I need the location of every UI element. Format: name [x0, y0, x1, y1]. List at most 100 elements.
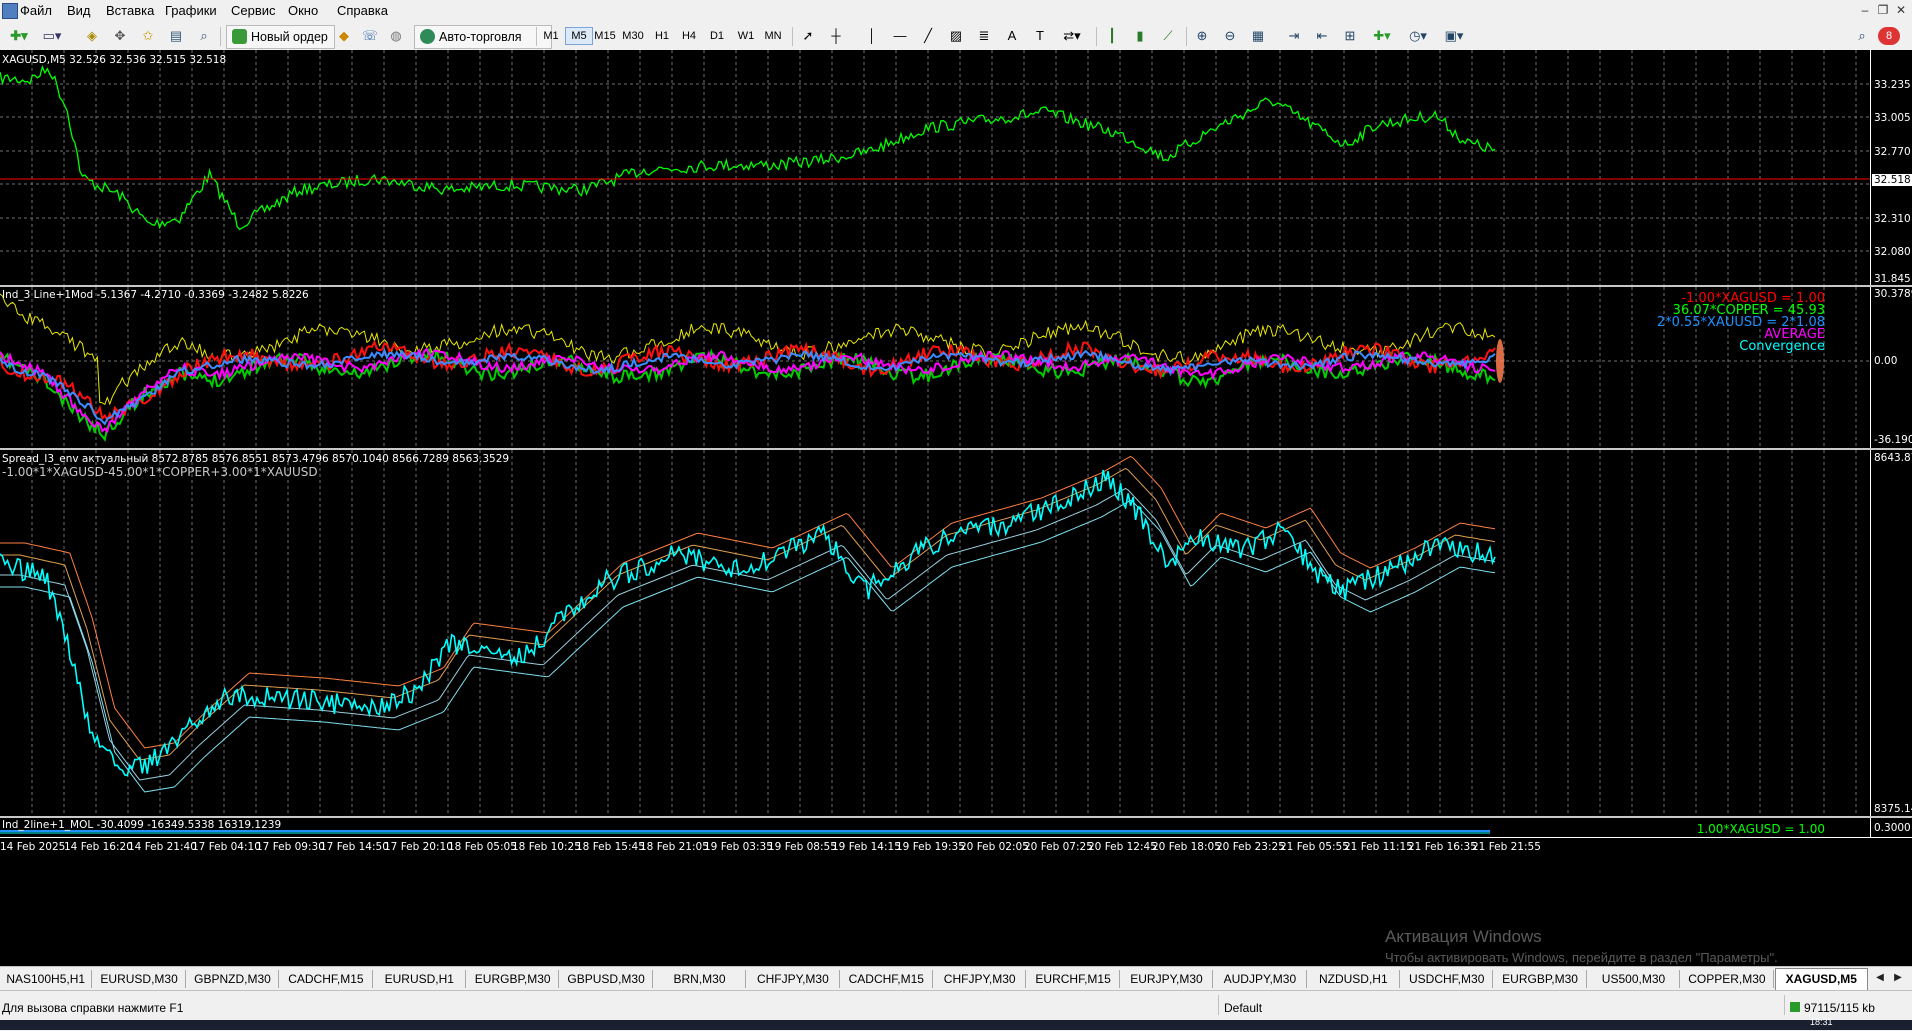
chart-tab[interactable]: BRN,M30 [654, 970, 747, 988]
status-profile: Default [1224, 1001, 1263, 1015]
menu-view[interactable]: Вид [67, 0, 91, 22]
restore-icon[interactable]: ❐ [1876, 3, 1890, 17]
candle-chart-icon[interactable]: ▮ [1130, 26, 1150, 46]
chart-tab[interactable]: USDCHF,M30 [1401, 970, 1494, 988]
chart-shift-icon[interactable]: ⇤ [1312, 26, 1332, 46]
notifications-icon[interactable]: 8 [1878, 27, 1900, 45]
chart-tab[interactable]: GBPUSD,M30 [560, 970, 653, 988]
chart-tab[interactable]: NZDUSD,H1 [1308, 970, 1400, 988]
tf-m30[interactable]: M30 [620, 27, 646, 45]
ind2-formula: -1.00*1*XAGUSD-45.00*1*COPPER+3.00*1*XAU… [2, 465, 318, 479]
time-tick-label: 18 Feb 15:45 [576, 841, 645, 853]
chart-tab[interactable]: CADCHF,M15 [280, 970, 373, 988]
horizontal-line-icon[interactable]: — [890, 26, 910, 46]
indicator-pane-2[interactable]: Spread_I3_env актуальный 8572.8785 8576.… [0, 450, 1870, 816]
tab-scroll-left-icon[interactable]: ◀ [1872, 969, 1888, 987]
trendline-icon[interactable]: ╱ [918, 26, 938, 46]
chart-tab[interactable]: EURUSD,M30 [93, 970, 186, 988]
minimize-icon[interactable]: – [1858, 3, 1872, 17]
tab-scroll-right-icon[interactable]: ▶ [1890, 969, 1906, 987]
chart-tab[interactable]: EURCHF,M15 [1027, 970, 1120, 988]
periods-icon[interactable]: ◷▾ [1404, 26, 1432, 46]
menu-charts[interactable]: Графики [165, 0, 217, 22]
menu-insert[interactable]: Вставка [106, 0, 154, 22]
chart-tab[interactable]: CHFJPY,M30 [747, 970, 840, 988]
tf-h4[interactable]: H4 [676, 27, 702, 45]
chart-tab[interactable]: EURUSD,H1 [374, 970, 466, 988]
ind3-legend: 1.00*XAGUSD = 1.00 [1696, 822, 1825, 836]
tf-mn[interactable]: MN [760, 27, 786, 45]
indicator-pane-1[interactable]: Ind_3 Line+1Mod -5.1367 -4.2710 -0.3369 … [0, 287, 1870, 448]
tf-m15[interactable]: M15 [592, 27, 618, 45]
time-tick-label: 20 Feb 23:25 [1216, 841, 1285, 853]
chart-tab[interactable]: EURJPY,M30 [1121, 970, 1214, 988]
menu-tools[interactable]: Сервис [231, 0, 276, 22]
zoom-out-icon[interactable]: ⊖ [1220, 26, 1240, 46]
chart-tab[interactable]: CHFJPY,M30 [934, 970, 1027, 988]
chart-tab[interactable]: EURGBP,M30 [1494, 970, 1587, 988]
chart-tab[interactable]: CADCHF,M15 [841, 970, 933, 988]
vertical-line-icon[interactable]: │ [862, 26, 882, 46]
bar-chart-icon[interactable]: ┃ [1102, 26, 1122, 46]
signals-icon[interactable]: ☏ [360, 26, 380, 46]
time-tick-label: 17 Feb 04:10 [192, 841, 261, 853]
time-tick-label: 14 Feb 16:20 [64, 841, 133, 853]
time-tick-label: 20 Feb 12:45 [1088, 841, 1157, 853]
time-tick-label: 19 Feb 03:35 [704, 841, 773, 853]
time-axis: 14 Feb 2025 14 Feb 16:20 14 Feb 21:40 17 Fe… [0, 837, 1912, 967]
tf-w1[interactable]: W1 [733, 27, 759, 45]
indicators-icon[interactable]: ✚▾ [1368, 26, 1396, 46]
menu-help[interactable]: Справка [337, 0, 388, 22]
chart-tab[interactable]: US500,M30 [1588, 970, 1681, 988]
navigator-icon[interactable]: ✩ [138, 26, 158, 46]
new-chart-icon[interactable]: ✚▾ [4, 26, 34, 46]
auto-trading-button[interactable]: Авто-торговля [414, 25, 552, 49]
crosshair-icon[interactable]: ┼ [826, 26, 846, 46]
text-label-icon[interactable]: T [1030, 26, 1050, 46]
terminal-icon[interactable]: ▤ [166, 26, 186, 46]
close-icon[interactable]: ✕ [1894, 3, 1908, 17]
tf-d1[interactable]: D1 [704, 27, 730, 45]
chart-window[interactable]: XAGUSD,M5 32.526 32.536 32.515 32.518 33… [0, 50, 1912, 967]
line-chart-icon[interactable]: ⟋ [1158, 26, 1178, 46]
channel-icon[interactable]: ▨ [946, 26, 966, 46]
tf-h1[interactable]: H1 [649, 27, 675, 45]
text-icon[interactable]: A [1002, 26, 1022, 46]
fibonacci-icon[interactable]: ≣ [974, 26, 994, 46]
strategy-tester-icon[interactable]: ⌕ [194, 26, 214, 46]
templates-icon[interactable]: ▣▾ [1440, 26, 1468, 46]
main-chart-title: XAGUSD,M5 32.526 32.536 32.515 32.518 [2, 54, 227, 66]
time-tick-label: 19 Feb 14:15 [832, 841, 901, 853]
arrows-icon[interactable]: ⇄▾ [1058, 26, 1086, 46]
metaeditor-icon[interactable]: ◆ [334, 26, 354, 46]
new-order-button[interactable]: Новый ордер [226, 25, 335, 49]
chart-tab[interactable]: COPPER,M30 [1681, 970, 1774, 988]
tf-m1[interactable]: M1 [538, 27, 564, 45]
grid-icon[interactable]: ⊞ [1340, 26, 1360, 46]
taskbar-clock: 18:31 [1810, 1017, 1833, 1027]
time-tick-label: 21 Feb 21:55 [1472, 841, 1541, 853]
auto-trading-label: Авто-торговля [439, 30, 522, 44]
menu-file[interactable]: Файл [20, 0, 52, 22]
chart-tab[interactable]: EURGBP,M30 [467, 970, 560, 988]
chart-tab[interactable]: AUDJPY,M30 [1214, 970, 1307, 988]
profiles-icon[interactable]: ▭▾ [38, 26, 66, 46]
zoom-in-icon[interactable]: ⊕ [1192, 26, 1212, 46]
tile-windows-icon[interactable]: ▦ [1248, 26, 1268, 46]
menu-window[interactable]: Окно [288, 0, 318, 22]
search-icon[interactable]: ⌕ [1852, 26, 1872, 46]
market-watch-icon[interactable]: ◈ [82, 26, 102, 46]
data-window-icon[interactable]: ✥ [110, 26, 130, 46]
indicator-pane-3[interactable]: Ind_2line+1_MOL -30.4099 -16349.5338 163… [0, 818, 1870, 837]
options-icon[interactable]: ◍ [386, 26, 406, 46]
status-traffic: 97115/115 kb [1804, 1001, 1875, 1015]
cursor-icon[interactable]: ➚ [798, 26, 818, 46]
chart-tab[interactable]: NAS100H5,H1 [0, 970, 93, 988]
chart-tab[interactable]: XAGUSD,M5 [1774, 968, 1868, 991]
price-pane[interactable]: XAGUSD,M5 32.526 32.536 32.515 32.518 [0, 50, 1870, 285]
tf-m5[interactable]: M5 [565, 27, 593, 45]
new-order-label: Новый ордер [251, 30, 328, 44]
time-tick-label: 20 Feb 18:05 [1152, 841, 1221, 853]
chart-tab[interactable]: GBPNZD,M30 [187, 970, 280, 988]
autoscroll-icon[interactable]: ⇥ [1284, 26, 1304, 46]
